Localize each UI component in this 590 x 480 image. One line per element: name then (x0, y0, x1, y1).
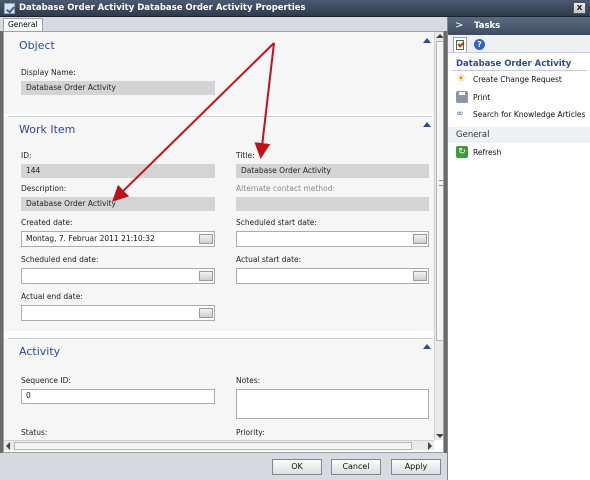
object-section-header[interactable]: Object (4, 32, 434, 54)
cancel-button[interactable]: Cancel (331, 459, 381, 475)
grip-icon (439, 180, 443, 186)
form-panel: Object Display Name: Database Order Acti… (3, 31, 444, 453)
general-group-title: General (456, 130, 490, 140)
close-button[interactable]: x (573, 2, 586, 14)
tasks-header[interactable]: > Tasks (448, 17, 590, 35)
ok-button[interactable]: OK (272, 459, 322, 475)
activity-section-header[interactable]: Activity (4, 338, 434, 360)
collapse-work-item-icon[interactable] (423, 122, 431, 127)
activity-section-title: Activity (19, 345, 61, 358)
created-date-picker-button[interactable] (199, 234, 213, 244)
priority-label: Priority: (236, 428, 265, 437)
tab-general[interactable]: General (3, 18, 43, 31)
tasks-tab-strip: ? (448, 35, 590, 53)
sequence-id-label: Sequence ID: (21, 376, 71, 385)
actual-end-label: Actual end date: (21, 292, 83, 301)
tab-strip: General (0, 17, 447, 31)
display-name-field[interactable]: Database Order Activity (21, 81, 215, 95)
actual-start-picker-button[interactable] (413, 271, 427, 281)
work-item-section-title: Work Item (19, 123, 76, 136)
glasses-icon: ∞ (456, 109, 464, 119)
display-name-label: Display Name: (21, 68, 76, 77)
horizontal-scrollbar[interactable] (4, 440, 434, 450)
description-label: Description: (21, 184, 67, 193)
help-icon[interactable]: ? (474, 39, 485, 50)
work-item-section: Work Item ID: 144 Title: Database Order … (4, 116, 434, 331)
activity-section: Activity Sequence ID: 0 Notes: Status: P… (4, 338, 434, 440)
app-icon (4, 3, 15, 14)
scheduled-end-field[interactable] (21, 268, 215, 284)
general-group-header: General (448, 127, 590, 143)
id-label: ID: (21, 151, 32, 160)
horizontal-scroll-thumb[interactable] (14, 442, 412, 450)
actual-end-field[interactable] (21, 305, 215, 321)
scheduled-start-field[interactable] (236, 231, 429, 247)
alternate-contact-field (236, 197, 429, 211)
object-section-title: Object (19, 39, 55, 52)
vertical-scroll-thumb[interactable] (436, 41, 443, 341)
description-field[interactable]: Database Order Activity (21, 197, 215, 211)
tasks-tab-checklist[interactable] (453, 37, 467, 52)
scheduled-end-label: Scheduled end date: (21, 255, 99, 264)
scroll-right-icon[interactable] (428, 442, 432, 450)
group-divider (452, 70, 587, 71)
dialog-button-bar: OK Cancel Apply (0, 453, 447, 480)
tasks-title: Tasks (474, 21, 501, 31)
title-label: Title: (236, 151, 255, 160)
scroll-up-icon[interactable] (436, 34, 443, 38)
notes-label: Notes: (236, 376, 261, 385)
scroll-down-icon[interactable] (436, 434, 443, 438)
object-section: Object Display Name: Database Order Acti… (4, 32, 434, 114)
scheduled-end-picker-button[interactable] (199, 271, 213, 281)
apply-button[interactable]: Apply (391, 459, 441, 475)
actual-end-picker-button[interactable] (199, 308, 213, 318)
notes-textarea[interactable] (236, 389, 429, 419)
task-search-knowledge[interactable]: ∞ Search for Knowledge Articles (456, 108, 586, 120)
status-label: Status: (21, 428, 48, 437)
tasks-pane: > Tasks ? Database Order Activity ☀ Crea… (447, 17, 590, 480)
actual-start-field[interactable] (236, 268, 429, 284)
checklist-icon (456, 40, 464, 50)
task-label: Refresh (473, 148, 502, 157)
created-date-label: Created date: (21, 218, 73, 227)
task-print[interactable]: Print (456, 91, 586, 103)
printer-icon (456, 91, 468, 103)
scheduled-start-label: Scheduled start date: (236, 218, 317, 227)
created-date-field[interactable]: Montag, 7. Februar 2011 21:10:32 (21, 231, 215, 247)
collapse-object-icon[interactable] (423, 38, 431, 43)
collapse-activity-icon[interactable] (423, 344, 431, 349)
actual-start-label: Actual start date: (236, 255, 302, 264)
scheduled-start-picker-button[interactable] (413, 234, 427, 244)
task-label: Create Change Request (473, 75, 562, 84)
title-field[interactable]: Database Order Activity (236, 164, 429, 178)
id-field[interactable]: 144 (21, 164, 215, 178)
scroll-left-icon[interactable] (6, 442, 10, 450)
sun-icon: ☀ (456, 72, 466, 85)
task-label: Print (473, 93, 491, 102)
refresh-icon: ↻ (456, 146, 468, 158)
sequence-id-field[interactable]: 0 (21, 389, 215, 404)
chevron-right-icon[interactable]: > (455, 20, 463, 31)
vertical-scrollbar[interactable] (434, 32, 443, 440)
window-titlebar: Database Order Activity Database Order A… (0, 0, 590, 17)
work-item-section-header[interactable]: Work Item (4, 116, 434, 138)
tasks-group-title: Database Order Activity (456, 59, 572, 69)
task-create-change-request[interactable]: ☀ Create Change Request (456, 73, 586, 85)
created-date-value: Montag, 7. Februar 2011 21:10:32 (26, 234, 155, 243)
alternate-contact-label: Alternate contact method: (236, 184, 335, 193)
task-refresh[interactable]: ↻ Refresh (456, 146, 586, 158)
window-title: Database Order Activity Database Order A… (19, 3, 306, 13)
task-label: Search for Knowledge Articles (473, 110, 586, 119)
